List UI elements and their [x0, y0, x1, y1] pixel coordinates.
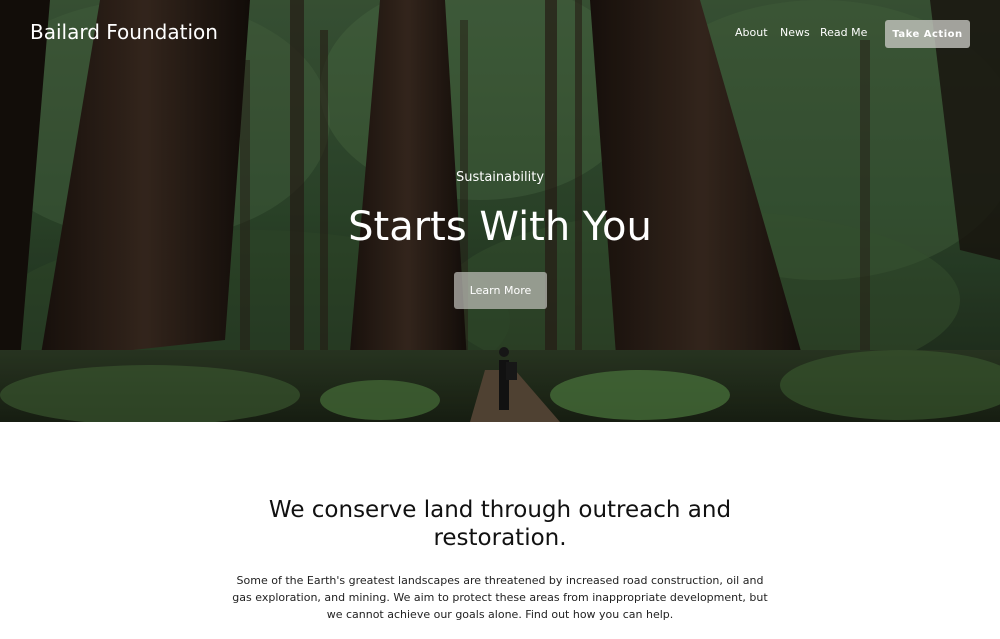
site-title[interactable]: Bailard Foundation: [30, 20, 218, 44]
hero-title: Starts With You: [348, 204, 652, 250]
section-heading: We conserve land through outreach and re…: [268, 497, 732, 551]
hero-section: Bailard Foundation About News Read Me Ta…: [0, 0, 1000, 422]
take-action-button[interactable]: Take Action: [885, 20, 970, 48]
intro-section: We conserve land through outreach and re…: [0, 422, 1000, 639]
nav-link-read-me[interactable]: Read Me: [820, 26, 867, 39]
nav-link-news[interactable]: News: [780, 26, 810, 39]
learn-more-button[interactable]: Learn More: [454, 272, 547, 309]
site-header: Bailard Foundation About News Read Me Ta…: [0, 0, 1000, 70]
hero-kicker: Sustainability: [455, 170, 545, 185]
nav-link-about[interactable]: About: [735, 26, 768, 39]
section-body: Some of the Earth's greatest landscapes …: [232, 574, 768, 621]
